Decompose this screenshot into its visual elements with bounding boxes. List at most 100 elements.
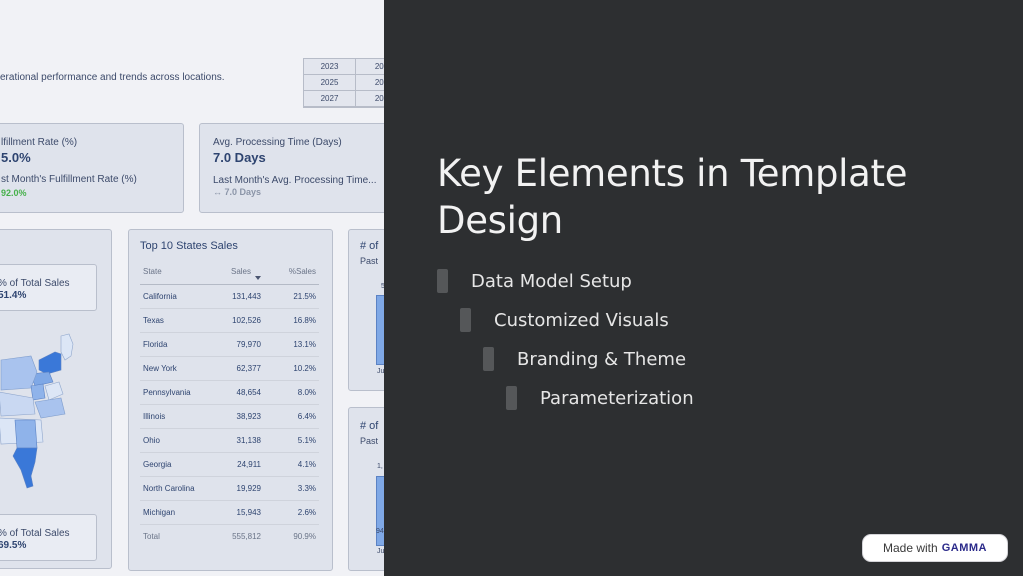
state-cell: Ohio (140, 428, 210, 453)
year-cell[interactable]: 202 (356, 59, 384, 75)
sales-cell: 24,911 (210, 452, 264, 477)
map-region-south-central (0, 391, 36, 417)
year-filter-grid[interactable]: 2023 202 2025 202 2027 202 (303, 58, 384, 108)
bullet-text: Parameterization (540, 387, 694, 409)
bullet-text: Branding & Theme (517, 348, 687, 370)
state-cell: Pennsylvania (140, 380, 210, 405)
pct-label: % of Total Sales (0, 528, 70, 539)
card-title: # of (360, 240, 379, 252)
sales-cell: 62,377 (210, 356, 264, 381)
total-pct-cell: 90.9% (293, 531, 316, 541)
table-total-row: Total 555,812 90.9% (140, 524, 319, 548)
kpi-value: 7.0 Days (213, 150, 266, 165)
pct-cell: 8.0% (264, 380, 319, 405)
card-subtitle: Past (360, 436, 379, 446)
badge-prefix: Made with (883, 541, 938, 555)
table-row[interactable]: Texas 102,526 16.8% (140, 308, 319, 333)
map-region-midwest (0, 355, 38, 391)
orders-trend-card-top: # of Past 5 Ju (348, 229, 384, 391)
chart-bar (376, 476, 384, 546)
table-row[interactable]: Georgia 24,911 4.1% (140, 452, 319, 477)
kpi-sub-value: 92.0% (1, 188, 27, 198)
sales-cell: 102,526 (210, 308, 264, 333)
kpi-sub-value: ↔ 7.0 Days (213, 187, 262, 197)
card-title: # of (360, 420, 379, 432)
pct-cell: 3.3% (264, 476, 319, 501)
table-row[interactable]: Michigan 15,943 2.6% (140, 500, 319, 525)
column-header-sales-label: Sales (230, 267, 251, 277)
bullet-marker (506, 386, 517, 410)
kpi-label: Avg. Processing Time (Days) (213, 137, 342, 148)
sales-cell: 19,929 (210, 476, 264, 501)
year-cell[interactable]: 202 (356, 75, 384, 91)
year-cell[interactable]: 2027 (304, 91, 356, 107)
table-row[interactable]: Pennsylvania 48,654 8.0% (140, 380, 319, 405)
dashboard-subtitle: erational performance and trends across … (0, 72, 225, 83)
sales-cell: 31,138 (210, 428, 264, 453)
axis-tick: Ju (377, 368, 384, 375)
map-region-northeast (60, 333, 74, 361)
column-header-state[interactable]: State (140, 260, 210, 285)
year-cell[interactable]: 2025 (304, 75, 356, 91)
bullet-marker (460, 308, 471, 332)
bullet-marker (437, 269, 448, 293)
total-sales-cell: 555,812 (232, 531, 261, 541)
map-region-ohio (30, 383, 46, 401)
kpi-processing-card: Avg. Processing Time (Days) 7.0 Days Las… (199, 123, 384, 213)
column-header-sales[interactable]: Sales (210, 260, 264, 285)
bullet-marker (483, 347, 494, 371)
slide-title: Key Elements in Template Design (437, 152, 908, 242)
pct-cell: 21.5% (264, 284, 319, 309)
bullet-item: Parameterization (506, 386, 694, 410)
kpi-sub-label: Last Month's Avg. Processing Time... (213, 175, 377, 186)
pct-value: 51.4% (0, 290, 27, 301)
sales-cell: 131,443 (210, 284, 264, 309)
sales-cell: 38,923 (210, 404, 264, 429)
state-cell: Georgia (140, 452, 210, 477)
kpi-value: 5.0% (1, 150, 31, 165)
table-row[interactable]: Ohio 31,138 5.1% (140, 428, 319, 453)
column-header-pct-sales[interactable]: %Sales (264, 260, 319, 285)
dashboard-screenshot: erational performance and trends across … (0, 0, 384, 576)
bullet-text: Customized Visuals (494, 309, 669, 331)
kpi-fulfillment-card: lfillment Rate (%) 5.0% st Month's Fulfi… (0, 123, 184, 213)
orders-trend-card-bottom: # of Past 1, 94 Ju (348, 407, 384, 571)
pct-cell: 5.1% (264, 428, 319, 453)
pct-cell: 10.2% (264, 356, 319, 381)
table-row[interactable]: Illinois 38,923 6.4% (140, 404, 319, 429)
pct-total-sales-bottom: % of Total Sales 69.5% (0, 514, 97, 561)
table-row[interactable]: California 131,443 21.5% (140, 284, 319, 309)
us-map[interactable] (0, 330, 91, 500)
kpi-label: lfillment Rate (%) (1, 137, 78, 148)
state-cell: Florida (140, 332, 210, 357)
bullet-item: Data Model Setup (437, 269, 632, 293)
axis-tick: 1, (377, 463, 383, 470)
table-row[interactable]: New York 62,377 10.2% (140, 356, 319, 381)
pct-cell: 16.8% (264, 308, 319, 333)
table-row[interactable]: Florida 79,970 13.1% (140, 332, 319, 357)
sales-cell: 48,654 (210, 380, 264, 405)
table-row[interactable]: North Carolina 19,929 3.3% (140, 476, 319, 501)
year-cell[interactable]: 2023 (304, 59, 356, 75)
slide-panel: Key Elements in Template Design Data Mod… (384, 0, 1023, 576)
axis-tick: 94 (376, 528, 384, 535)
state-cell: California (140, 284, 210, 309)
state-cell: Michigan (140, 500, 210, 525)
year-cell[interactable]: 202 (356, 91, 384, 107)
chart-bar (376, 295, 384, 365)
sort-desc-icon (255, 276, 261, 281)
us-map-card: % of Total Sales 51.4% % of Total Sales … (0, 229, 112, 569)
state-cell: Texas (140, 308, 210, 333)
gamma-logo: GAMMA (941, 542, 987, 554)
sales-cell: 79,970 (210, 332, 264, 357)
top-states-card: Top 10 States Sales State Sales %Sales C… (128, 229, 333, 571)
state-cell: New York (140, 356, 210, 381)
map-region-new-york (38, 351, 62, 375)
pct-cell: 2.6% (264, 500, 319, 525)
bullet-item: Branding & Theme (483, 347, 686, 371)
kpi-sub-label: st Month's Fulfillment Rate (%) (1, 174, 137, 185)
map-region-mid-atlantic (44, 381, 64, 401)
made-with-gamma-badge[interactable]: Made with GAMMA (862, 534, 1008, 562)
sales-cell: 15,943 (210, 500, 264, 525)
total-label-cell: Total (143, 531, 160, 541)
